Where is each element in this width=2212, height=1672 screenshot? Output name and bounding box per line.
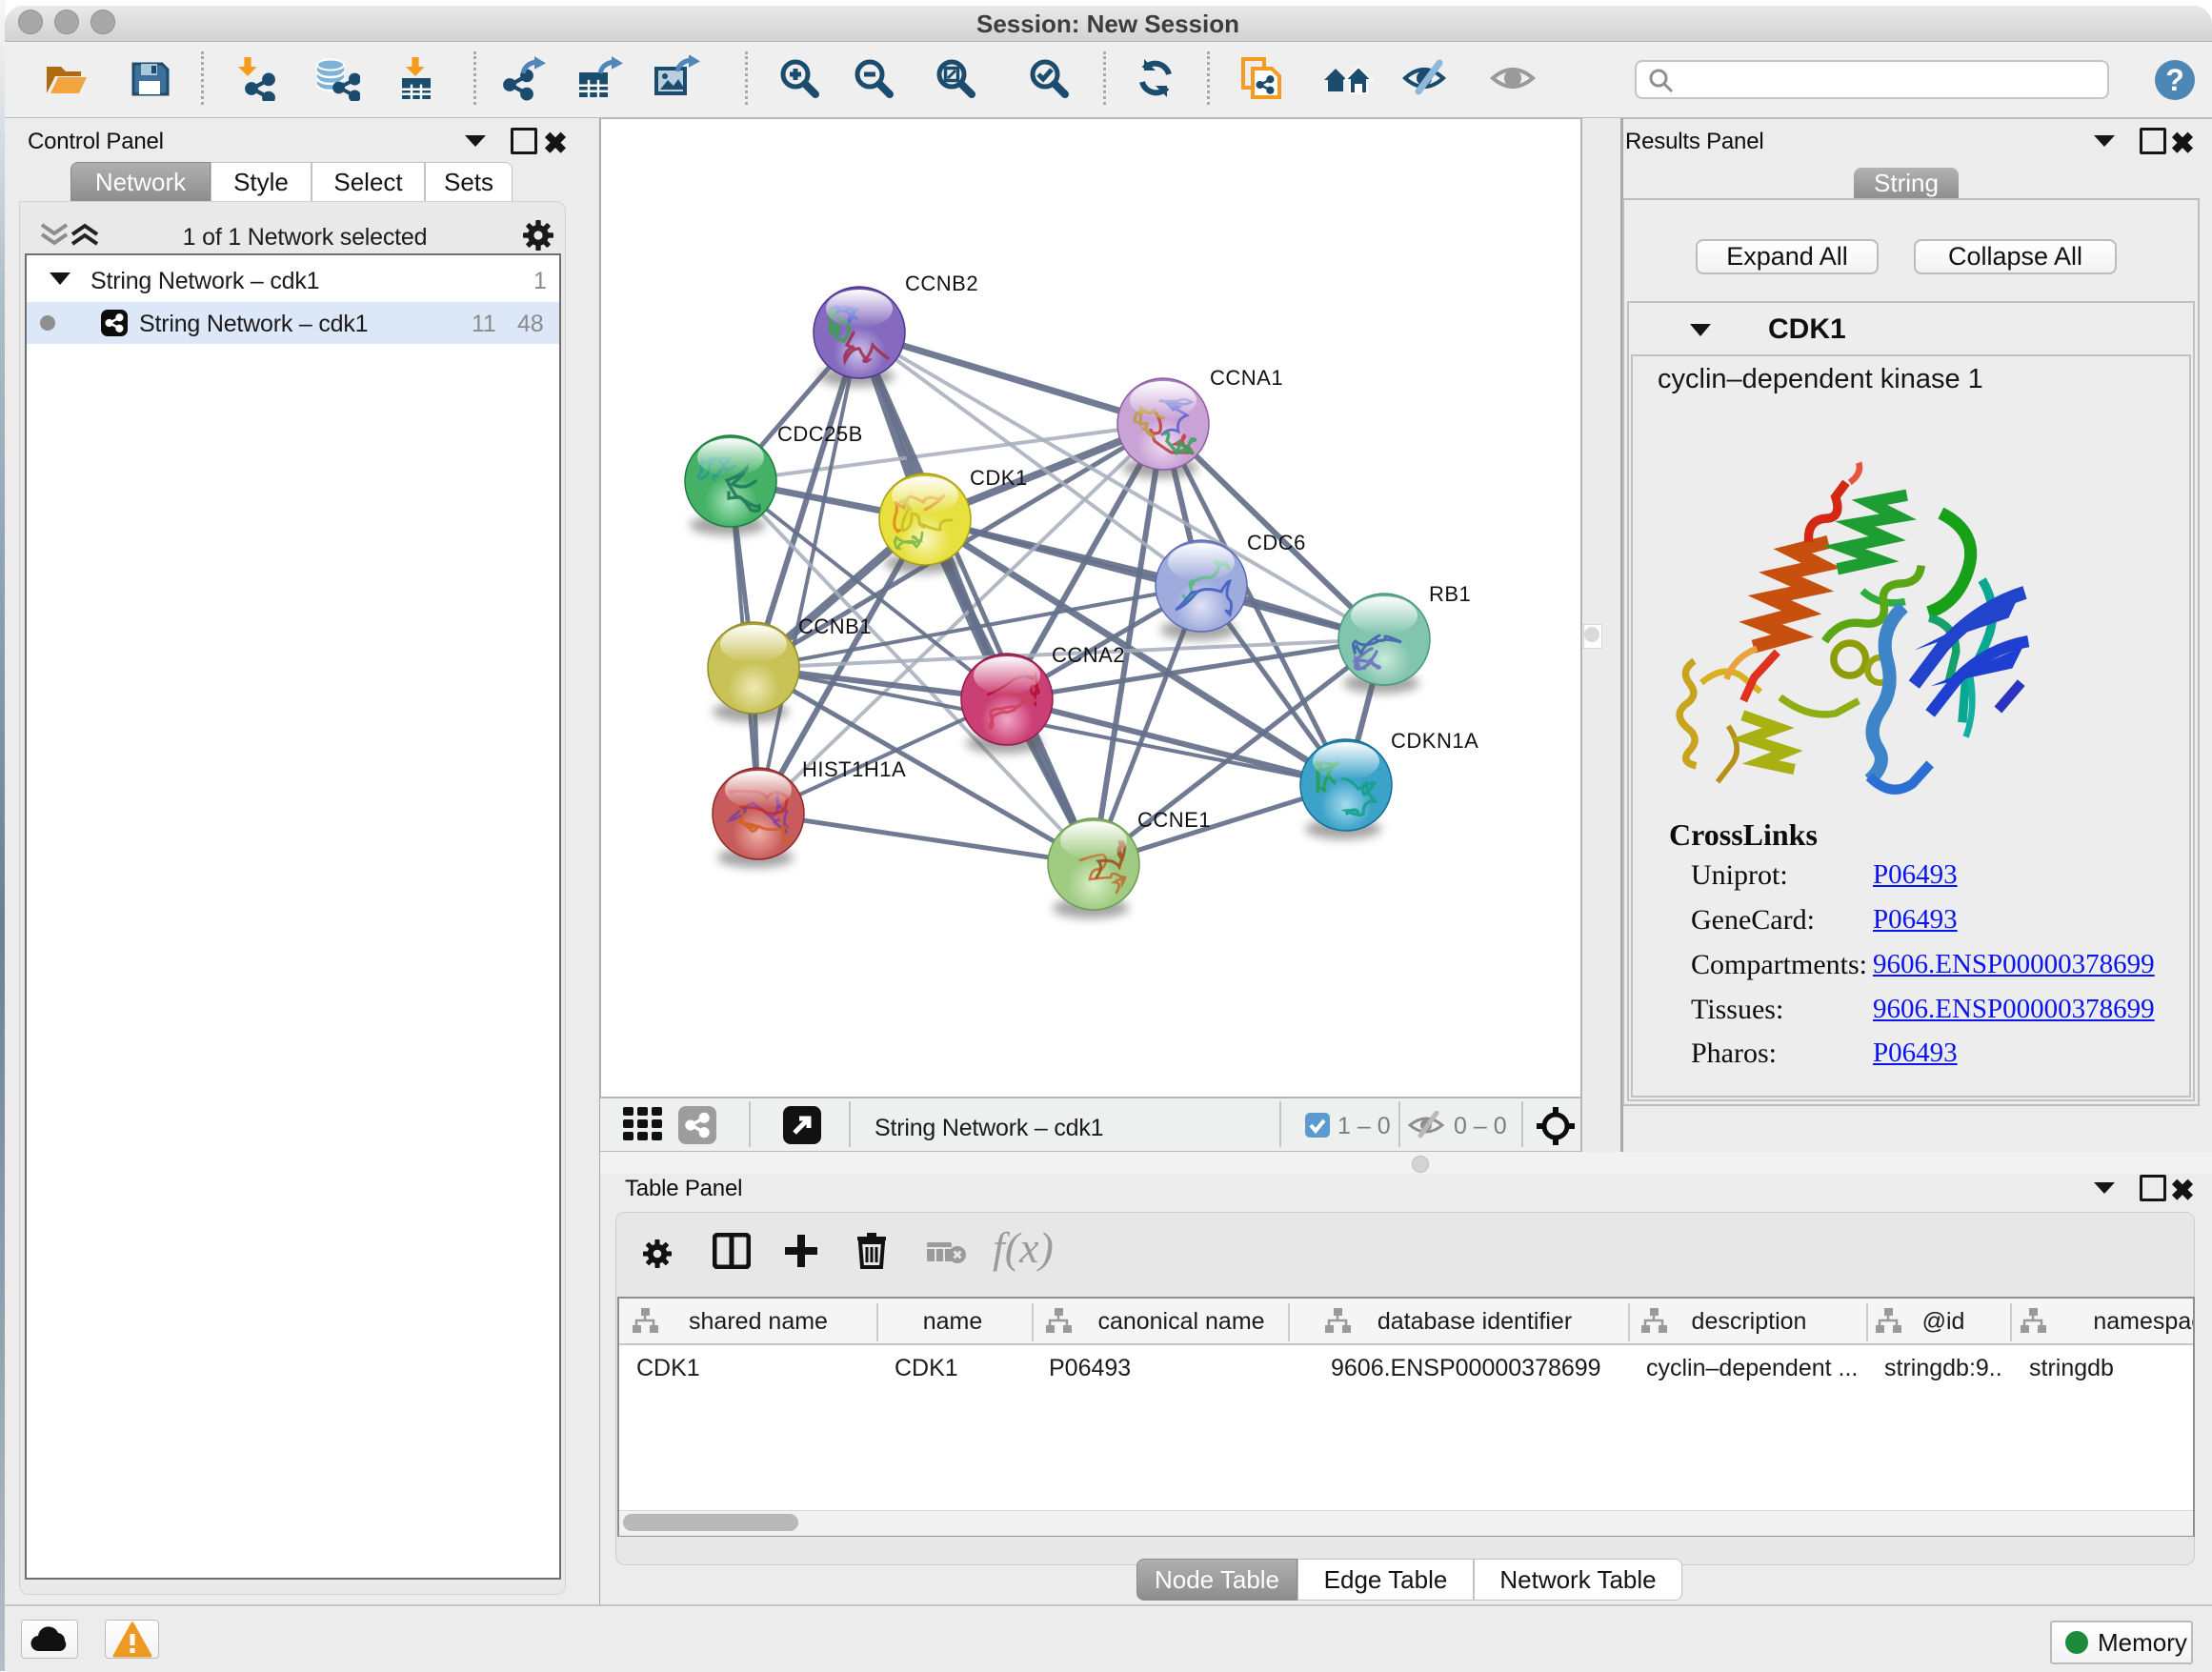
svg-text:HIST1H1A: HIST1H1A: [802, 757, 906, 781]
svg-text:RB1: RB1: [1429, 582, 1471, 606]
svg-text:CCNB2: CCNB2: [905, 272, 978, 295]
svg-text:CCNA1: CCNA1: [1210, 366, 1283, 390]
svg-text:CDK1: CDK1: [970, 466, 1028, 490]
svg-text:CCNE1: CCNE1: [1137, 808, 1211, 832]
svg-text:CDC25B: CDC25B: [777, 422, 863, 446]
svg-text:CCNA2: CCNA2: [1052, 643, 1125, 667]
svg-text:CCNB1: CCNB1: [798, 614, 872, 638]
svg-text:CDC6: CDC6: [1247, 531, 1306, 554]
svg-text:CDKN1A: CDKN1A: [1391, 729, 1478, 753]
